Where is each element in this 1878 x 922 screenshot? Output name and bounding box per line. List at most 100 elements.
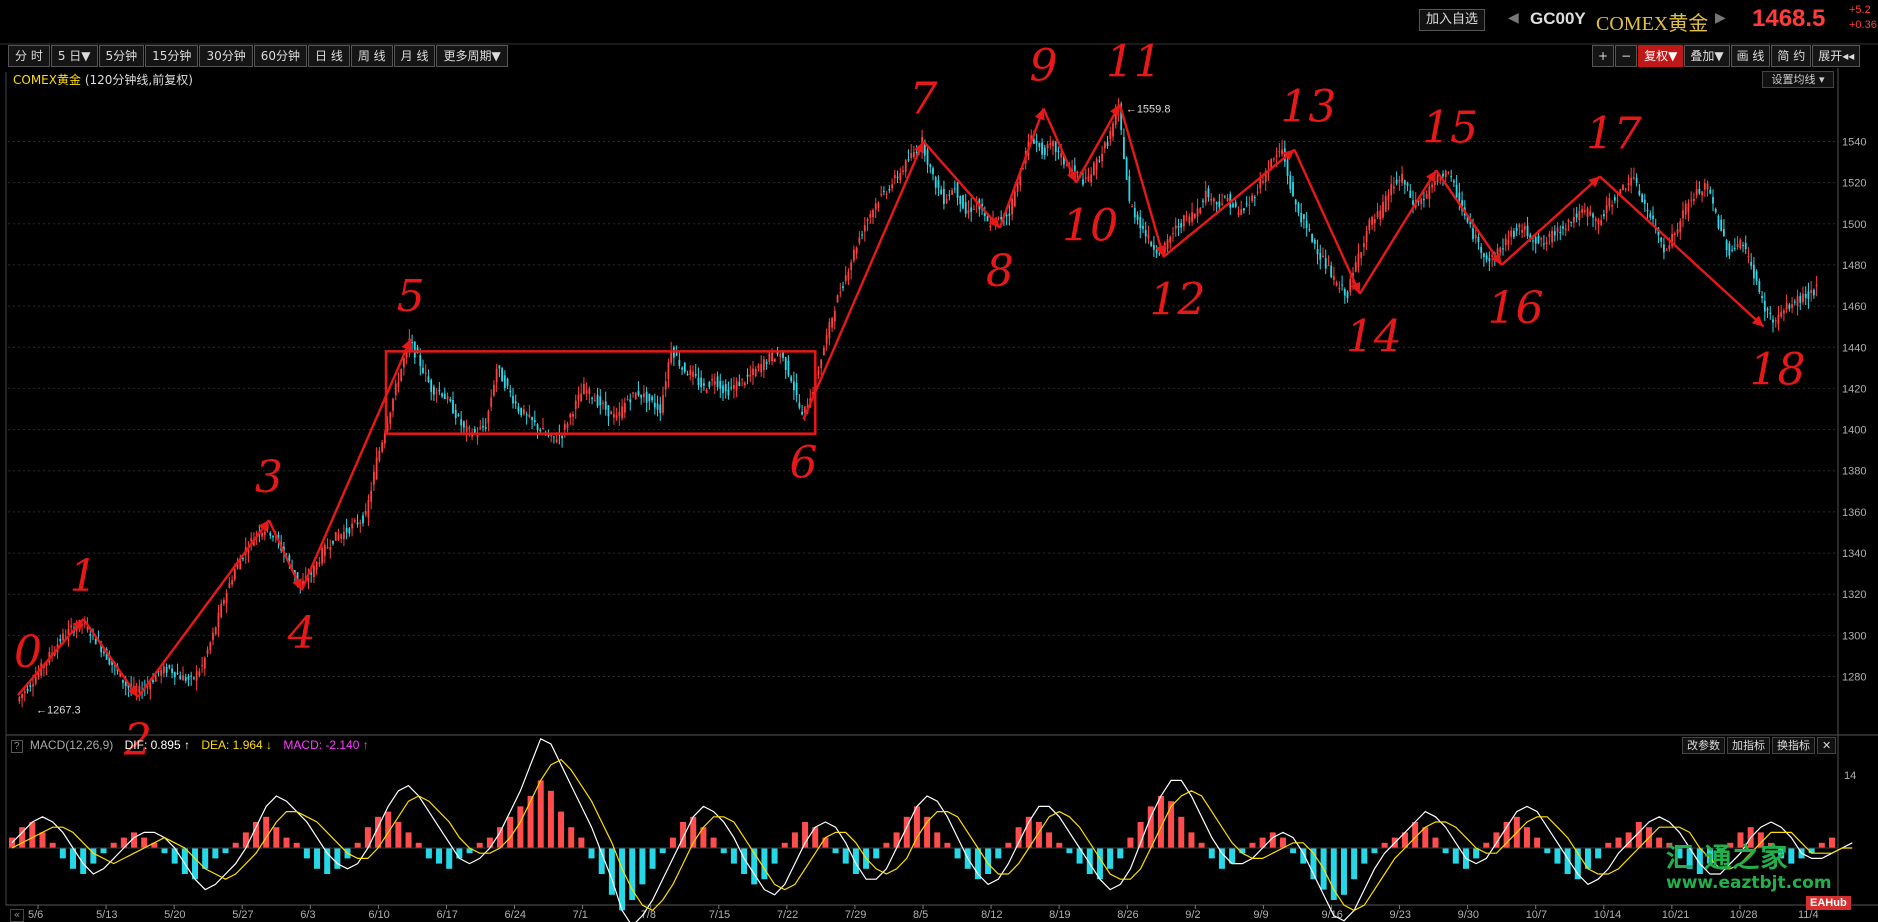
candle-body: [261, 533, 263, 537]
candle-body: [1633, 177, 1635, 179]
candle-body: [763, 359, 765, 371]
candle-body: [187, 676, 190, 680]
candle-body: [1815, 284, 1818, 287]
indicator-tool-3[interactable]: ✕: [1817, 737, 1837, 754]
candle-body: [1796, 296, 1799, 307]
candle-body: [716, 376, 719, 387]
candle-body: [795, 382, 798, 396]
indicator-tool-0[interactable]: 改参数: [1682, 737, 1725, 754]
candle-body: [397, 381, 400, 388]
watermark-name: 汇 通之家: [1666, 843, 1789, 874]
indicator-help-icon[interactable]: ?: [11, 740, 23, 753]
candle-body: [1772, 319, 1774, 323]
x-tick-label: 5/20: [164, 909, 185, 921]
candle-body: [1608, 198, 1611, 207]
candle-body: [858, 237, 861, 243]
macd-bar: [161, 848, 168, 854]
wave-label: 0: [14, 627, 42, 678]
set-moving-average-button[interactable]: 设置均线 ▾: [1762, 71, 1834, 88]
candle-body: [94, 638, 97, 645]
wave-label: 11: [1106, 36, 1162, 87]
candle-body: [1562, 226, 1564, 229]
candle-body: [441, 393, 443, 397]
candle-body: [896, 176, 899, 178]
candle-body: [637, 390, 640, 396]
candle-body: [667, 362, 670, 380]
candle-body: [1695, 189, 1698, 196]
chart-period-info: (120分钟线,前复权): [84, 73, 193, 87]
candle-body: [1714, 209, 1717, 213]
candle-body: [1188, 216, 1191, 224]
candle-body: [1510, 230, 1513, 237]
y-tick-label: 1540: [1842, 136, 1866, 148]
x-tick-label: 8/12: [981, 909, 1002, 921]
indicator-tool-1[interactable]: 加指标: [1727, 737, 1770, 754]
candle-body: [479, 427, 482, 429]
candle-body: [351, 523, 353, 529]
candle-body: [754, 368, 757, 377]
candle-body: [1313, 239, 1316, 245]
candle-body: [503, 375, 506, 389]
candle-body: [154, 675, 157, 682]
candle-body: [1259, 179, 1262, 189]
macd-bar: [578, 837, 585, 848]
candle-body: [1472, 228, 1474, 240]
candle-body: [1665, 249, 1668, 251]
macd-bar: [1066, 848, 1073, 854]
candle-body: [1103, 142, 1106, 149]
candle-body: [1578, 210, 1581, 220]
candle-body: [173, 672, 176, 678]
wave-label: 1: [69, 551, 97, 602]
macd-bar: [944, 842, 951, 848]
candle-body: [1289, 175, 1292, 190]
indicator-tool-2[interactable]: 换指标: [1772, 737, 1815, 754]
y-tick-label: 1520: [1842, 178, 1866, 190]
candle-body: [32, 684, 34, 687]
macd-bar: [1656, 837, 1663, 848]
candle-body: [1098, 160, 1101, 162]
macd-bar: [680, 822, 687, 848]
candle-body: [1611, 205, 1613, 207]
candle-body: [1725, 240, 1728, 251]
wave-label: 4: [287, 608, 316, 659]
macd-bar: [619, 848, 626, 911]
wave-label: 8: [986, 246, 1014, 297]
candle-body: [1804, 293, 1807, 298]
candle-body: [768, 353, 771, 362]
candle-body: [1526, 225, 1529, 237]
candle-body: [1553, 231, 1556, 236]
candle-body: [1174, 225, 1177, 229]
candle-body: [332, 540, 334, 544]
candle-body: [1682, 210, 1684, 219]
candle-body: [345, 527, 348, 533]
candle-body: [484, 426, 487, 429]
macd-bar: [110, 842, 117, 848]
wave-label: 10: [1062, 201, 1118, 252]
candle-body: [152, 680, 154, 683]
candlestick-chart[interactable]: 1280130013201340136013801400142014401460…: [0, 0, 1878, 922]
candle-body: [490, 397, 493, 407]
candle-body: [1515, 227, 1518, 231]
candle-body: [1112, 123, 1114, 137]
candle-body: [315, 562, 318, 571]
scroll-left-icon[interactable]: «: [10, 909, 24, 922]
candle-body: [722, 385, 724, 394]
macd-bar: [1340, 848, 1347, 895]
candle-body: [555, 439, 558, 443]
candle-body: [615, 415, 618, 419]
candle-body: [1630, 177, 1633, 186]
macd-bar: [456, 848, 463, 859]
candle-body: [678, 359, 681, 366]
candle-body: [1125, 157, 1128, 180]
candle-body: [269, 532, 272, 536]
candle-body: [634, 393, 637, 400]
macd-bar: [873, 848, 880, 859]
candle-body: [621, 406, 623, 419]
x-tick-label: 9/2: [1185, 909, 1200, 921]
candle-body: [1324, 258, 1327, 269]
macd-bar: [1198, 842, 1205, 848]
x-tick-label: 8/5: [913, 909, 928, 921]
x-tick-label: 7/15: [709, 909, 730, 921]
x-tick-label: 10/21: [1662, 909, 1690, 921]
candle-body: [1316, 249, 1319, 255]
